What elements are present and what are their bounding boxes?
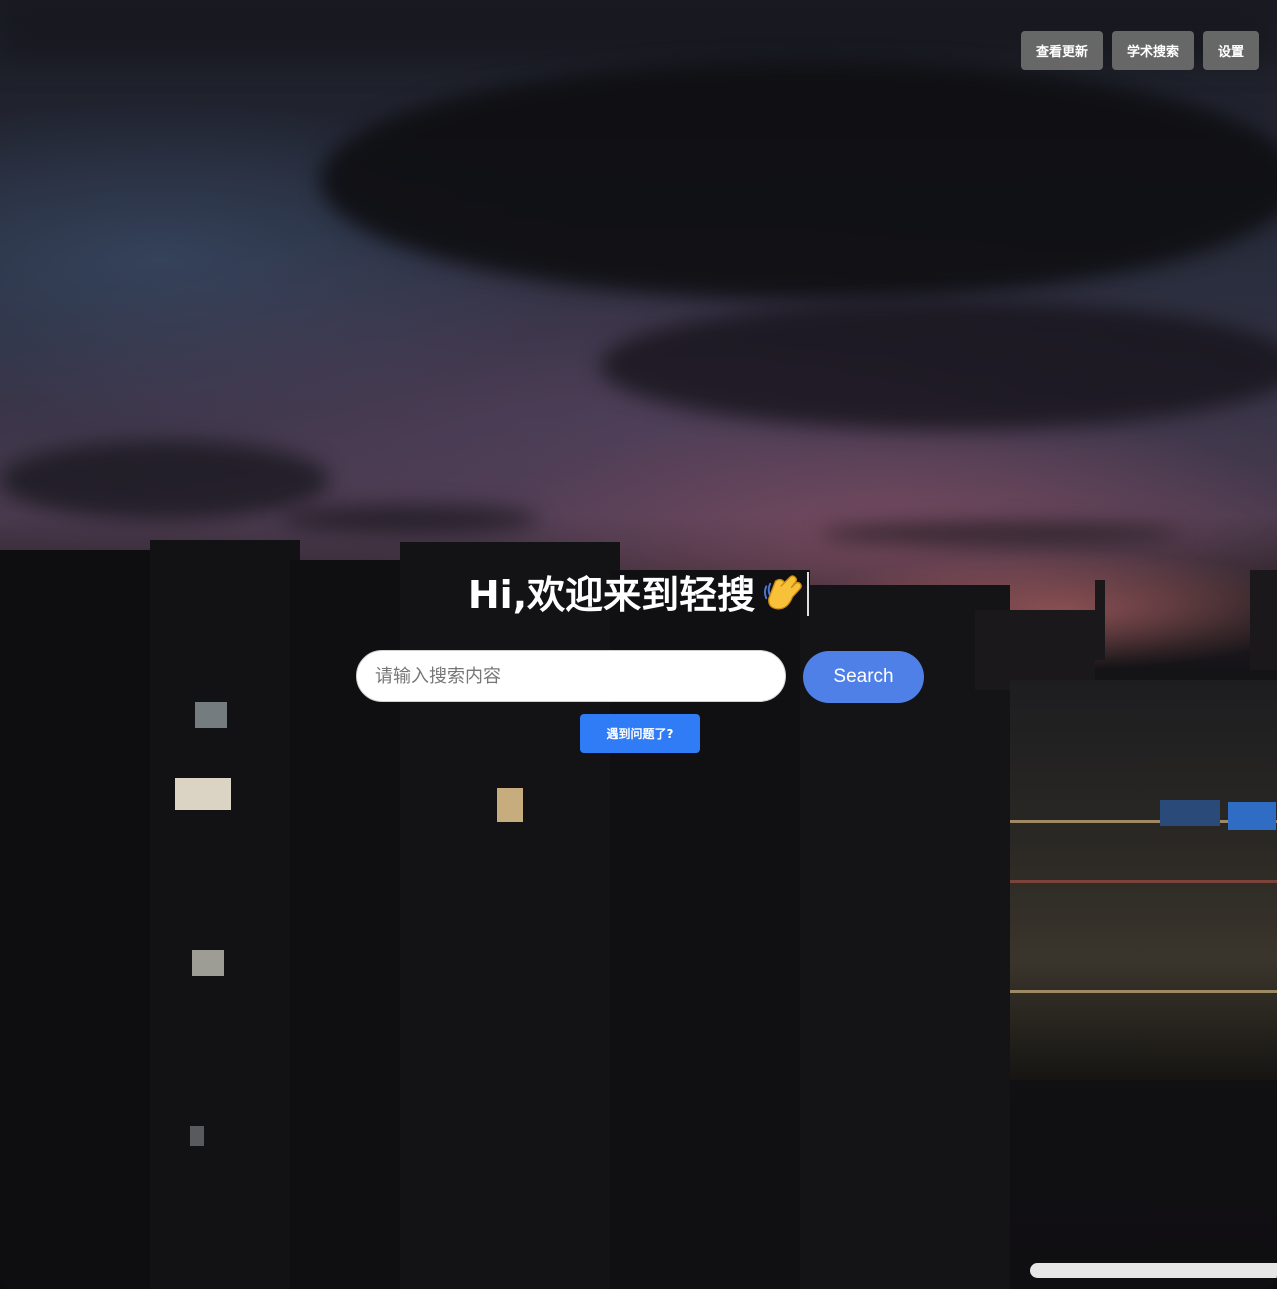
page-root: 查看更新 学术搜索 设置 Hi,欢迎来到轻搜 Search 遇到问题了?: [0, 0, 1277, 1289]
search-input[interactable]: [356, 650, 786, 702]
horizontal-scrollbar[interactable]: [1030, 1263, 1277, 1278]
welcome-text: Hi,欢迎来到轻搜: [467, 573, 756, 617]
academic-search-button[interactable]: 学术搜索: [1111, 31, 1194, 70]
settings-button[interactable]: 设置: [1202, 31, 1259, 70]
text-cursor: [807, 572, 810, 616]
help-button[interactable]: 遇到问题了?: [580, 714, 700, 753]
waving-hand-icon: [764, 575, 802, 610]
welcome-heading: Hi,欢迎来到轻搜: [0, 570, 1277, 620]
view-updates-button[interactable]: 查看更新: [1020, 31, 1103, 70]
search-button[interactable]: Search: [803, 651, 924, 703]
top-toolbar: 查看更新 学术搜索 设置: [1020, 31, 1259, 70]
